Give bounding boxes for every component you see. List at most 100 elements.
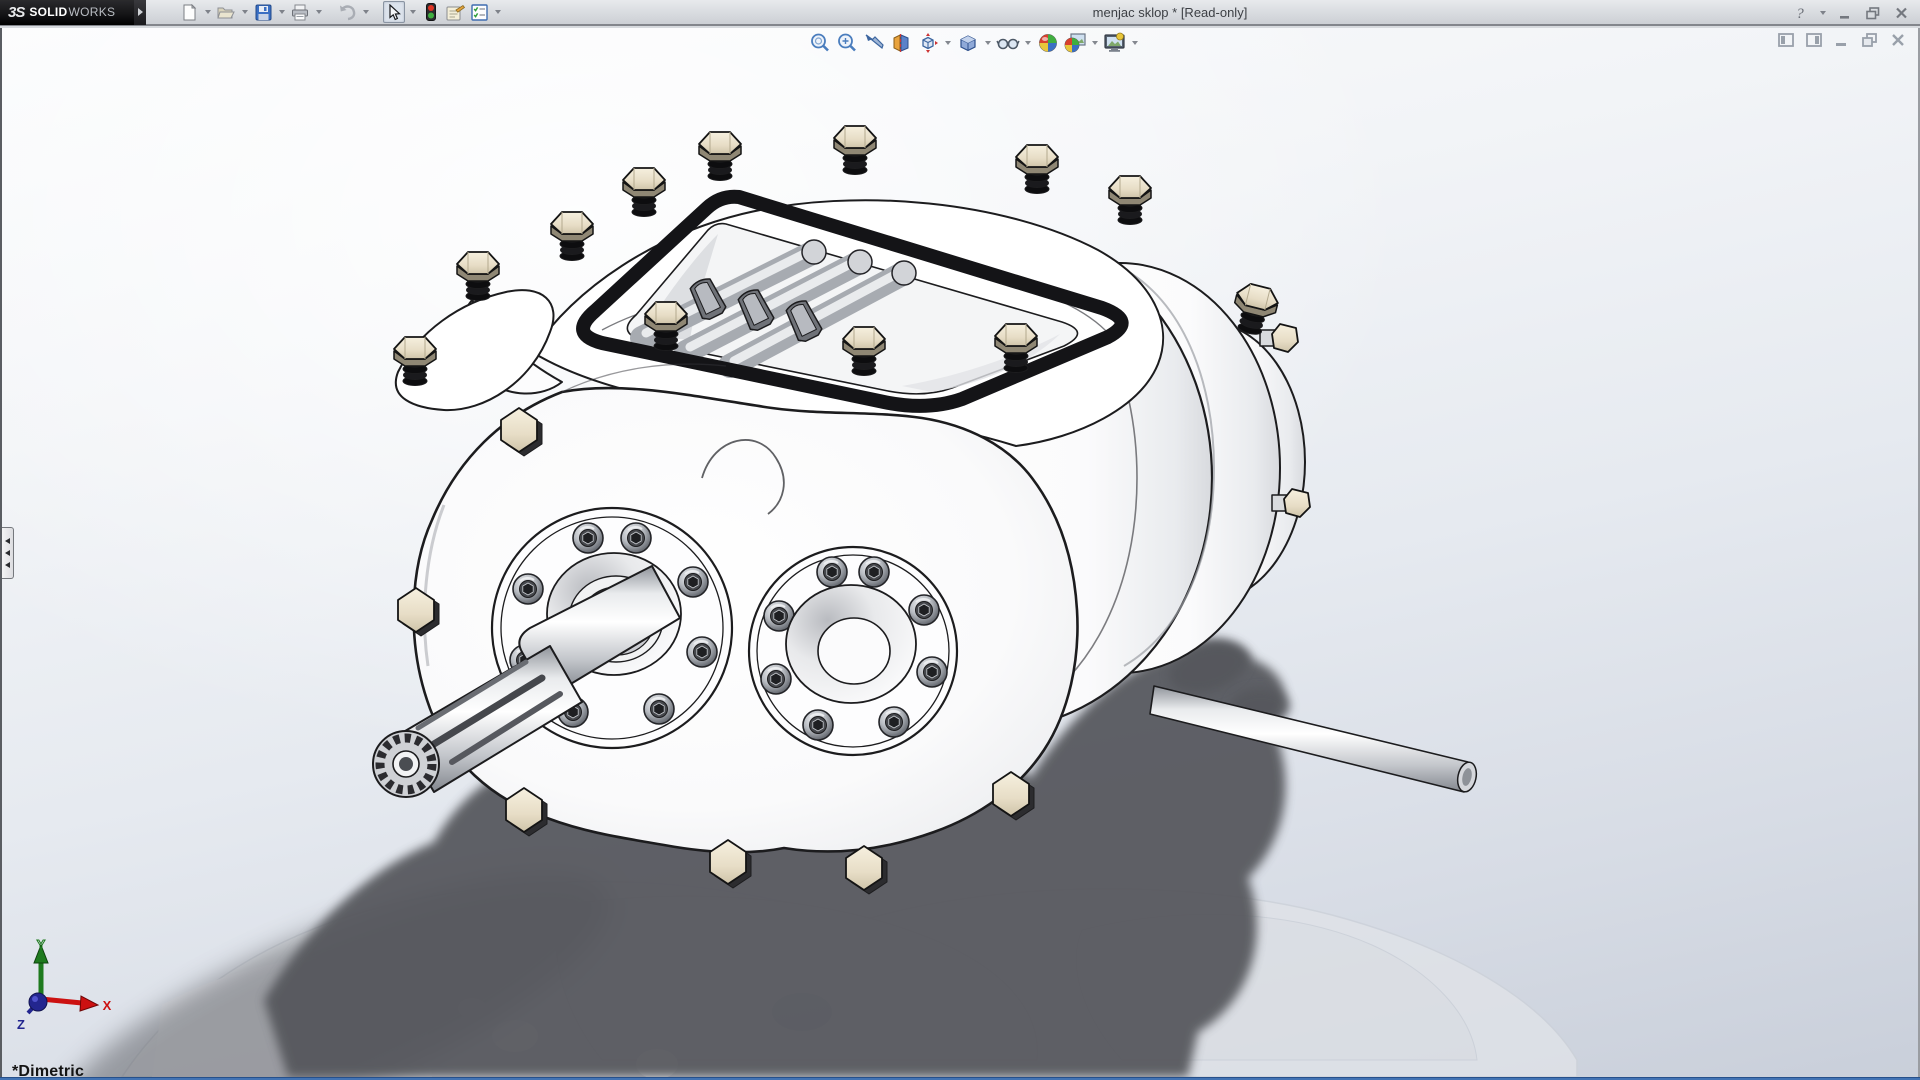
undo-dropdown[interactable] — [360, 1, 371, 23]
feature-pane-left-button[interactable] — [1776, 31, 1796, 49]
open-dropdown[interactable] — [239, 1, 250, 23]
brand-bold: SOLID — [29, 5, 67, 19]
undo-icon — [338, 4, 357, 21]
edit-appearance-sphere-icon — [1037, 32, 1059, 54]
save-button[interactable] — [252, 1, 274, 23]
view-orientation-dropdown[interactable] — [943, 31, 953, 55]
help-dropdown[interactable] — [1817, 2, 1828, 24]
previous-view-button[interactable] — [862, 31, 886, 55]
minimize-icon — [1834, 32, 1850, 48]
doc-close-button[interactable] — [1888, 31, 1908, 49]
new-document-dropdown[interactable] — [202, 1, 213, 23]
apply-scene-button[interactable] — [1063, 31, 1087, 55]
view-settings-dropdown[interactable] — [1130, 31, 1140, 55]
rebuild-button[interactable] — [420, 1, 442, 23]
socket-screw[interactable] — [687, 637, 717, 667]
hex-bolt[interactable] — [1260, 324, 1298, 352]
socket-screw[interactable] — [803, 710, 833, 740]
restore-icon — [1865, 6, 1881, 20]
close-button[interactable] — [1890, 3, 1912, 23]
print-button[interactable] — [289, 1, 311, 23]
hex-bolt[interactable] — [551, 212, 593, 261]
edit-appearance-button[interactable] — [1036, 31, 1060, 55]
minimize-button[interactable] — [1834, 3, 1856, 23]
gearbox-model-scene[interactable] — [2, 28, 1920, 1077]
zoom-to-area-icon — [836, 32, 858, 54]
display-style-button[interactable] — [956, 31, 980, 55]
hex-bolt[interactable] — [457, 252, 499, 301]
new-document-button[interactable] — [178, 1, 200, 23]
graphics-viewport[interactable]: Y X Z *Dimetric — [0, 28, 1920, 1077]
brand-light: WORKS — [69, 5, 116, 19]
select-dropdown[interactable] — [407, 1, 418, 23]
triad-y-label: Y — [37, 937, 46, 952]
solidworks-logo: 3S SOLID WORKS — [0, 0, 134, 25]
3ds-logo-icon: 3S — [8, 4, 24, 21]
view-orientation-button[interactable] — [916, 31, 940, 55]
pane-right-icon — [1805, 32, 1823, 48]
socket-screw[interactable] — [817, 557, 847, 587]
view-settings-monitor-icon — [1103, 32, 1127, 54]
socket-screw[interactable] — [917, 657, 947, 687]
select-cursor-icon — [387, 4, 402, 21]
zoom-to-fit-icon — [809, 32, 831, 54]
hex-bolt[interactable] — [699, 132, 741, 181]
open-folder-icon — [217, 4, 235, 20]
socket-screw[interactable] — [909, 595, 939, 625]
hide-show-items-button[interactable] — [996, 31, 1020, 55]
svg-text:?: ? — [1796, 6, 1804, 22]
socket-screw[interactable] — [621, 523, 651, 553]
hide-show-items-dropdown[interactable] — [1023, 31, 1033, 55]
section-view-button[interactable] — [889, 31, 913, 55]
select-button[interactable] — [383, 1, 405, 23]
triad-z-label: Z — [17, 1017, 25, 1032]
socket-screw[interactable] — [859, 557, 889, 587]
heads-up-view-toolbar — [808, 31, 1140, 55]
rebuild-traffic-light-icon — [426, 3, 436, 21]
socket-screw[interactable] — [644, 694, 674, 724]
print-icon — [291, 4, 309, 21]
hex-bolt[interactable] — [623, 168, 665, 217]
options-checklist-icon — [471, 4, 488, 21]
socket-screw[interactable] — [879, 707, 909, 737]
undo-button[interactable] — [336, 1, 358, 23]
display-style-dropdown[interactable] — [983, 31, 993, 55]
save-icon — [255, 4, 272, 21]
close-icon — [1890, 32, 1906, 48]
view-orientation-label: *Dimetric — [12, 1063, 84, 1077]
hex-bolt[interactable] — [1109, 176, 1151, 225]
hex-bolt[interactable] — [1016, 145, 1058, 194]
right-bearing-boss[interactable] — [749, 547, 957, 755]
socket-screw[interactable] — [573, 523, 603, 553]
file-properties-icon — [446, 4, 465, 21]
doc-minimize-button[interactable] — [1832, 31, 1852, 49]
view-settings-button[interactable] — [1103, 31, 1127, 55]
help-button[interactable]: ? — [1789, 3, 1811, 23]
gearbox-assembly[interactable] — [373, 126, 1479, 894]
doc-restore-button[interactable] — [1860, 31, 1880, 49]
main-toolbar — [178, 1, 503, 23]
hex-bolt[interactable] — [834, 126, 876, 175]
hide-show-glasses-icon — [996, 32, 1020, 54]
save-dropdown[interactable] — [276, 1, 287, 23]
triad-x-label: X — [103, 998, 112, 1013]
new-document-icon — [181, 4, 198, 21]
feature-panel-collapsed-tab[interactable] — [2, 527, 14, 579]
view-orientation-cube-icon — [917, 32, 939, 54]
restore-button[interactable] — [1862, 3, 1884, 23]
file-properties-button[interactable] — [444, 1, 466, 23]
zoom-to-fit-button[interactable] — [808, 31, 832, 55]
open-button[interactable] — [215, 1, 237, 23]
feature-pane-right-button[interactable] — [1804, 31, 1824, 49]
options-dropdown[interactable] — [492, 1, 503, 23]
apply-scene-dropdown[interactable] — [1090, 31, 1100, 55]
zoom-to-area-button[interactable] — [835, 31, 859, 55]
print-dropdown[interactable] — [313, 1, 324, 23]
section-view-icon — [890, 32, 912, 54]
collapse-arrow-icon — [5, 538, 10, 544]
options-button[interactable] — [468, 1, 490, 23]
socket-screw[interactable] — [513, 574, 543, 604]
menu-expander-arrow-icon[interactable] — [134, 0, 146, 25]
socket-screw[interactable] — [761, 664, 791, 694]
socket-screw[interactable] — [678, 567, 708, 597]
